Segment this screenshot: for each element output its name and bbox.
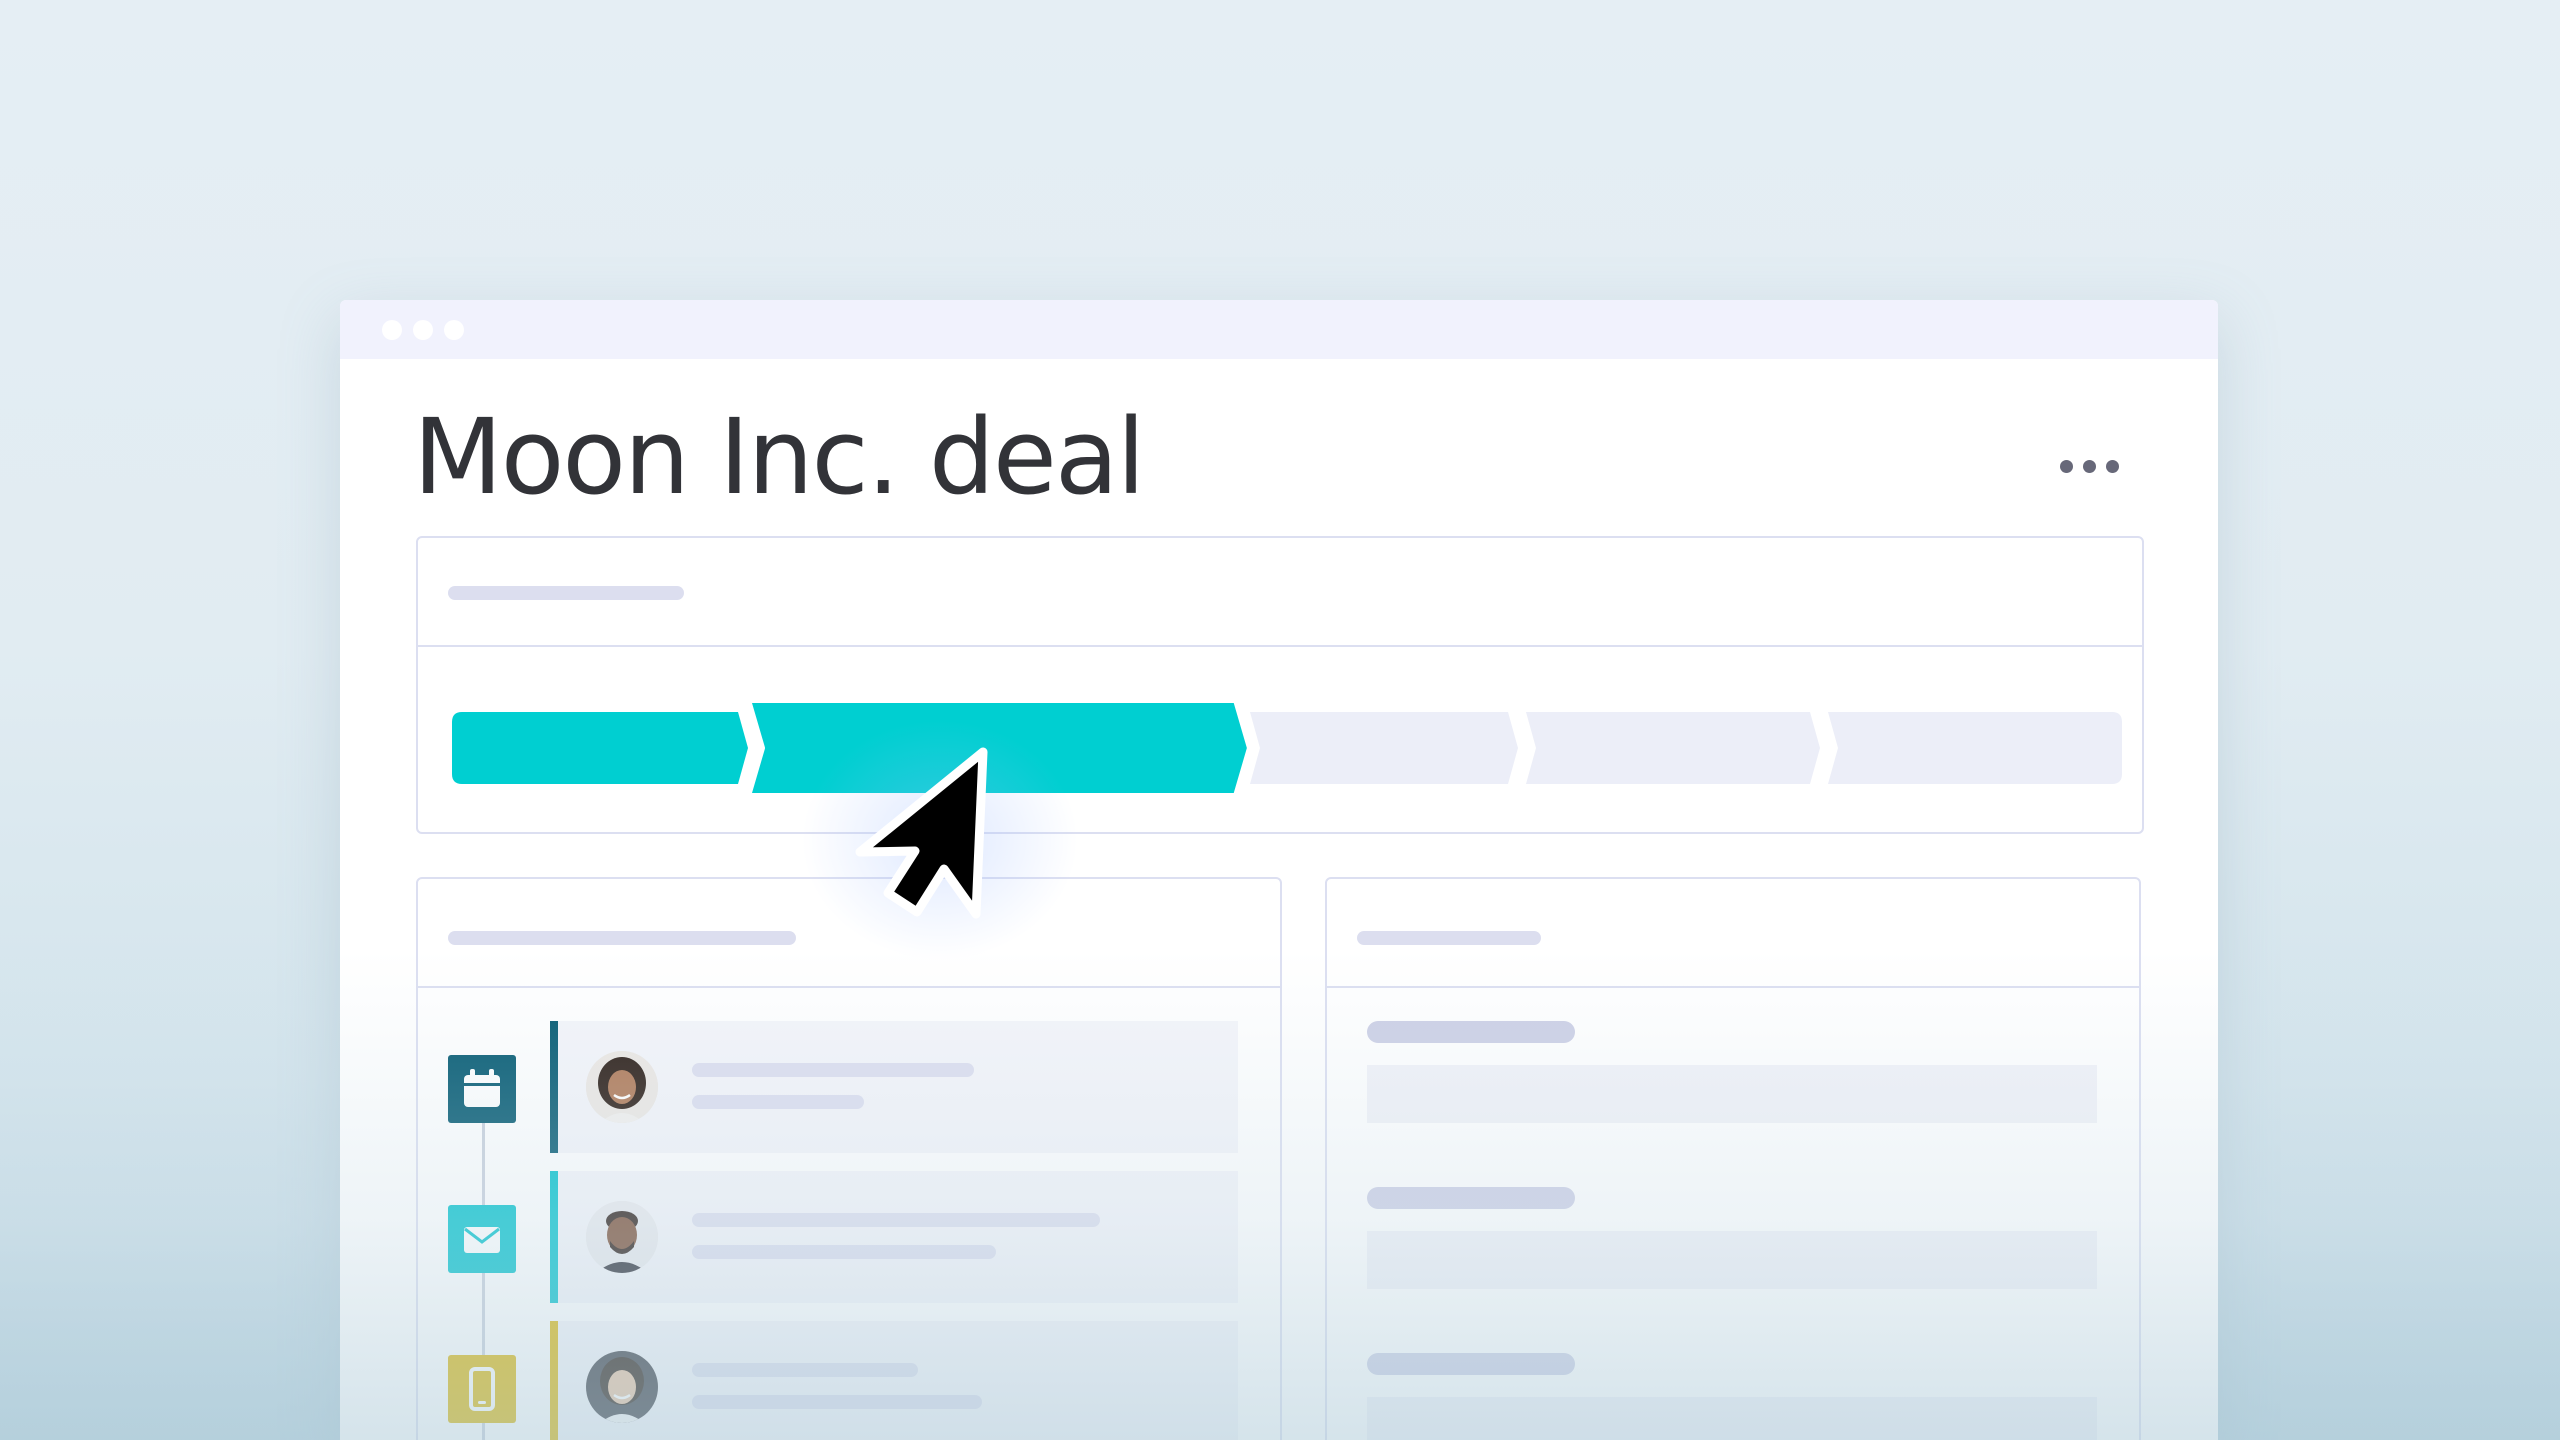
calendar-icon — [448, 1055, 516, 1123]
more-horizontal-icon-dot — [2106, 460, 2119, 473]
stage-4[interactable] — [1526, 712, 1820, 784]
field-label-placeholder — [1367, 1353, 1575, 1375]
item-subtitle-placeholder — [692, 1095, 864, 1109]
deal-stage-card — [416, 536, 2144, 834]
more-horizontal-icon-dot — [2083, 460, 2096, 473]
pipeline-stages — [452, 697, 2122, 799]
item-subtitle-placeholder — [692, 1245, 996, 1259]
avatar — [586, 1201, 658, 1273]
item-title-placeholder — [692, 1063, 974, 1077]
window-control-dot[interactable] — [413, 320, 433, 340]
app-window: Moon Inc. deal — [340, 300, 2218, 1440]
avatar — [586, 1051, 658, 1123]
item-title-placeholder — [692, 1363, 918, 1377]
card-divider — [418, 986, 1280, 988]
card-header-placeholder — [448, 931, 796, 945]
phone-icon — [448, 1355, 516, 1423]
activity-item[interactable] — [550, 1171, 1238, 1303]
more-options-button[interactable] — [2060, 448, 2130, 484]
field-label-placeholder — [1367, 1187, 1575, 1209]
stage-3[interactable] — [1250, 712, 1518, 784]
item-title-placeholder — [692, 1213, 1100, 1227]
item-subtitle-placeholder — [692, 1395, 982, 1409]
card-header-placeholder — [1357, 931, 1541, 945]
field-value-placeholder[interactable] — [1367, 1231, 2097, 1289]
field-value-placeholder[interactable] — [1367, 1397, 2097, 1440]
stage-5[interactable] — [1828, 712, 2122, 784]
card-divider — [1327, 986, 2139, 988]
window-control-dot[interactable] — [444, 320, 464, 340]
window-titlebar — [340, 300, 2218, 359]
pointer-cursor-icon — [855, 747, 988, 919]
activity-type-bar — [550, 1321, 558, 1440]
activity-item[interactable] — [550, 1021, 1238, 1153]
activity-item[interactable] — [550, 1321, 1238, 1440]
window-control-dot[interactable] — [382, 320, 402, 340]
page-title: Moon Inc. deal — [413, 396, 1145, 518]
stage-1[interactable] — [452, 712, 748, 784]
more-horizontal-icon — [2060, 460, 2073, 473]
activity-type-bar — [550, 1021, 558, 1153]
mail-icon — [448, 1205, 516, 1273]
activity-type-bar — [550, 1171, 558, 1303]
field-value-placeholder[interactable] — [1367, 1065, 2097, 1123]
field-label-placeholder — [1367, 1021, 1575, 1043]
details-card — [1325, 877, 2141, 1440]
avatar — [586, 1351, 658, 1423]
